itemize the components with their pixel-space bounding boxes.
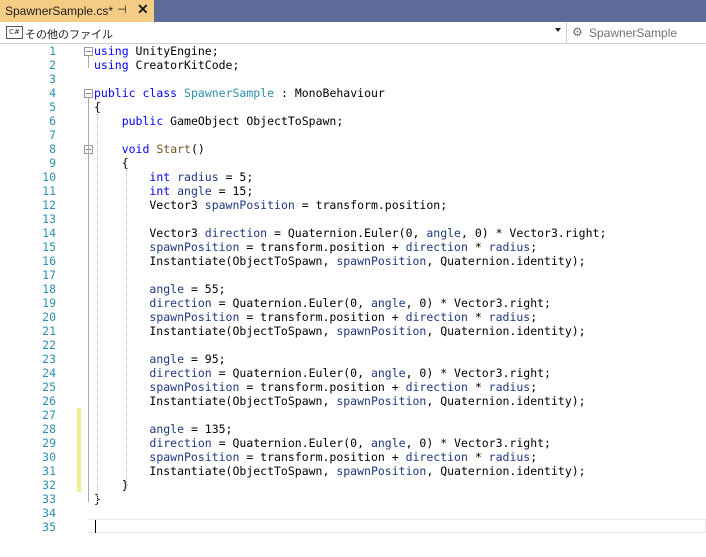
line-number: 21 [42,324,56,338]
text-caret [95,520,96,533]
line-number: 35 [42,520,56,534]
code-line[interactable]: direction = Quaternion.Euler(0, angle, 0… [94,436,551,450]
line-number: 30 [42,450,56,464]
line-number: 4 [49,86,56,100]
document-tab-bar: SpawnerSample.cs* ⊣ ✕ [0,0,706,22]
code-line[interactable]: spawnPosition = transform.position + dir… [94,380,537,394]
line-number: 9 [49,156,56,170]
code-line[interactable]: direction = Quaternion.Euler(0, angle, 0… [94,366,551,380]
line-number: 22 [42,338,56,352]
line-number: 8 [49,142,56,156]
line-number: 19 [42,296,56,310]
pin-tab-icon[interactable]: ⊣ [117,3,127,16]
line-number: 20 [42,310,56,324]
code-line[interactable]: angle = 95; [94,352,225,366]
chevron-down-icon[interactable] [555,28,561,32]
code-line[interactable]: { [94,156,129,170]
line-number: 16 [42,254,56,268]
code-line[interactable]: using CreatorKitCode; [94,58,239,72]
code-line[interactable]: Vector3 direction = Quaternion.Euler(0, … [94,226,606,240]
line-number: 32 [42,478,56,492]
collapse-using-icon[interactable]: − [84,47,93,56]
close-tab-icon[interactable]: ✕ [137,1,149,18]
indent-guide [126,170,127,488]
project-dropdown-label: その他のファイル [25,29,113,41]
code-line[interactable]: Instantiate(ObjectToSpawn, spawnPosition… [94,464,585,478]
line-number: 18 [42,282,56,296]
code-line[interactable]: Instantiate(ObjectToSpawn, spawnPosition… [94,394,585,408]
current-line-highlight [88,519,706,533]
line-number: 13 [42,212,56,226]
code-editor[interactable]: 1 2 3 4 5 6 7 8 9 10 11 12 13 14 15 16 17 18 19 20 21 22 23 24 2… [0,44,706,557]
tab-title: SpawnerSample.cs* [5,4,114,18]
navigation-bar: C# その他のファイル ⚙ SpawnerSample [0,22,706,44]
line-number: 26 [42,394,56,408]
line-number: 29 [42,436,56,450]
line-number: 1 [49,44,56,58]
line-number: 14 [42,226,56,240]
code-line[interactable]: int angle = 15; [94,184,253,198]
code-line[interactable]: angle = 135; [94,422,232,436]
code-line[interactable]: spawnPosition = transform.position + dir… [94,240,537,254]
line-number: 33 [42,492,56,506]
code-line[interactable]: spawnPosition = transform.position + dir… [94,310,537,324]
class-icon: ⚙ [572,25,583,39]
line-number: 15 [42,240,56,254]
line-number: 12 [42,198,56,212]
line-number: 10 [42,170,56,184]
csharp-file-icon: C# [6,26,23,39]
code-line[interactable]: { [94,100,101,114]
collapse-class-icon[interactable]: − [84,89,93,98]
fold-line [88,56,89,68]
line-number: 23 [42,352,56,366]
code-line[interactable]: public class SpawnerSample : MonoBehavio… [94,86,385,100]
code-line[interactable]: spawnPosition = transform.position + dir… [94,450,537,464]
line-number: 11 [42,184,56,198]
change-marker [77,408,81,492]
line-number: 2 [49,58,56,72]
code-line[interactable]: int radius = 5; [94,170,253,184]
line-number: 28 [42,422,56,436]
indent-guide [97,114,98,502]
code-line[interactable]: void Start() [94,142,205,156]
line-number: 3 [49,72,56,86]
line-number: 31 [42,464,56,478]
line-number: 34 [42,506,56,520]
fold-line [88,98,89,502]
line-number: 6 [49,114,56,128]
code-line[interactable]: direction = Quaternion.Euler(0, angle, 0… [94,296,551,310]
line-number: 27 [42,408,56,422]
line-number: 24 [42,366,56,380]
class-dropdown[interactable]: ⚙ SpawnerSample [567,22,706,43]
code-line[interactable]: using UnityEngine; [94,44,219,58]
code-line[interactable]: Instantiate(ObjectToSpawn, spawnPosition… [94,324,585,338]
code-line[interactable]: } [94,478,129,492]
line-number: 5 [49,100,56,114]
class-dropdown-label: SpawnerSample [589,26,678,40]
document-tab-spawnersample[interactable]: SpawnerSample.cs* ⊣ ✕ [0,0,154,22]
line-number: 25 [42,380,56,394]
code-line[interactable]: angle = 55; [94,282,225,296]
line-number: 7 [49,128,56,142]
line-number: 17 [42,268,56,282]
code-line[interactable]: Instantiate(ObjectToSpawn, spawnPosition… [94,254,585,268]
code-line[interactable]: Vector3 spawnPosition = transform.positi… [94,198,447,212]
code-line[interactable]: public GameObject ObjectToSpawn; [94,114,344,128]
project-dropdown[interactable]: C# その他のファイル [0,22,566,43]
